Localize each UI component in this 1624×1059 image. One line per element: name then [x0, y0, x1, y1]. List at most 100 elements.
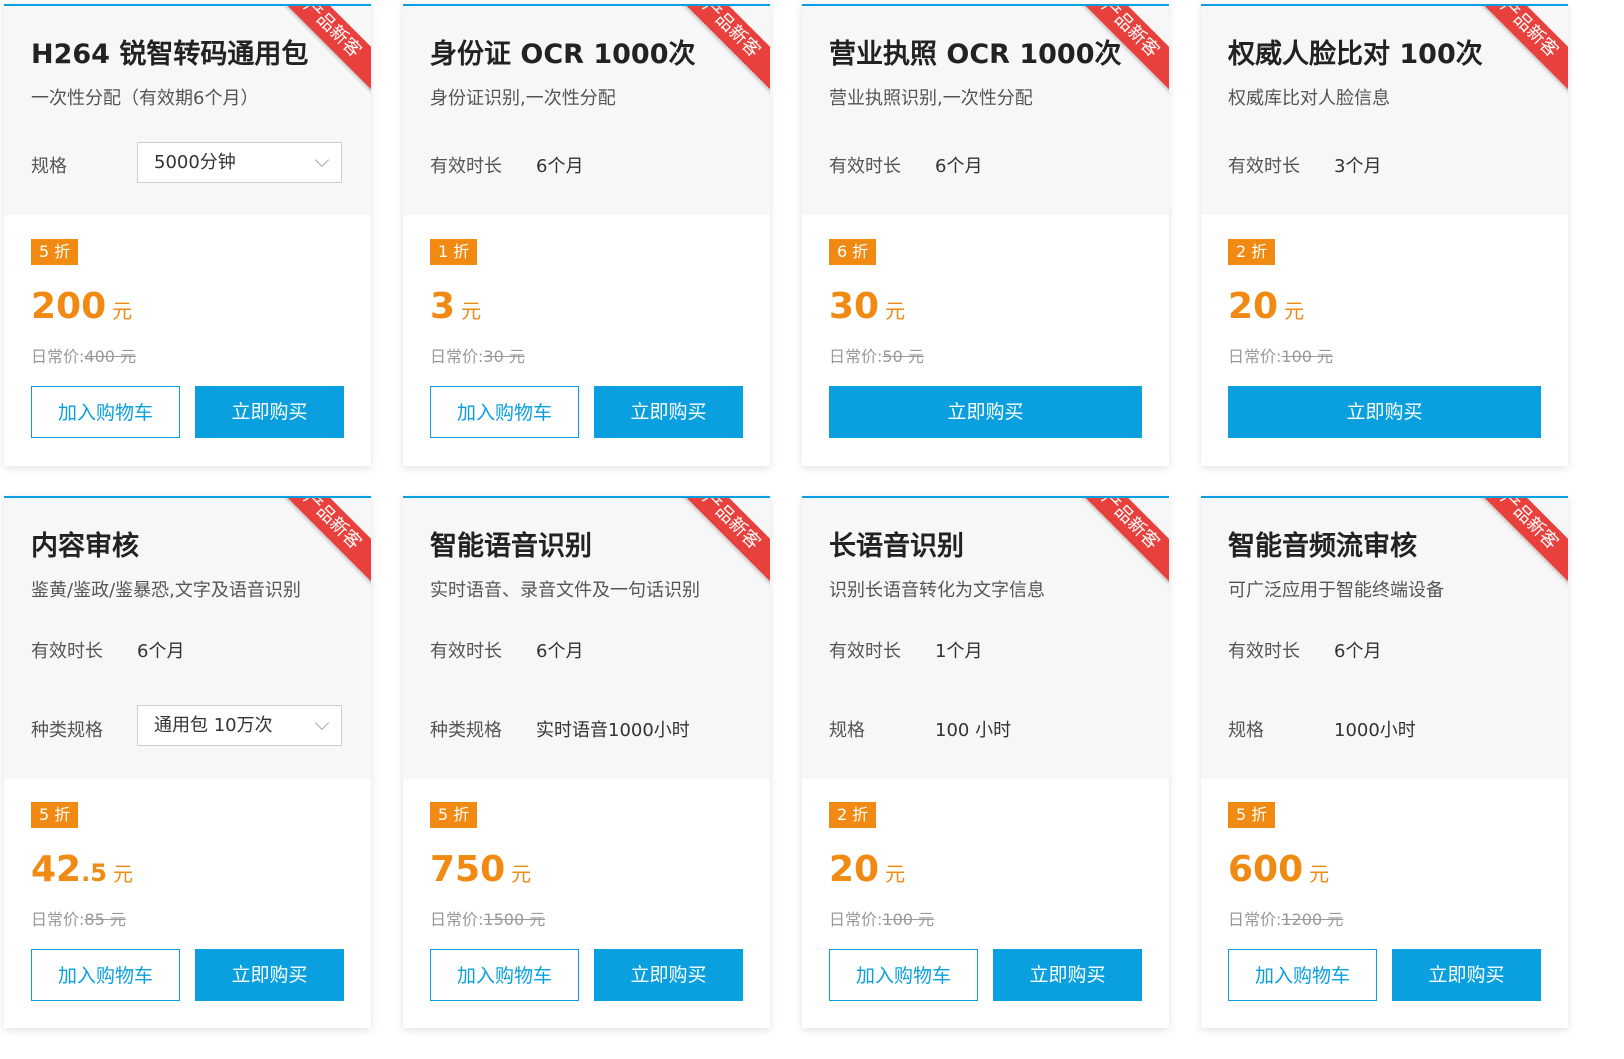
- product-card-license-ocr: 产品新客 营业执照 OCR 1000次 营业执照识别,一次性分配 有效时长 6个…: [802, 4, 1169, 466]
- discount-badge: 5 折: [430, 802, 478, 828]
- product-card-h264: 产品新客 H264 锐智转码通用包 一次性分配（有效期6个月） 规格 5000分…: [4, 4, 371, 466]
- validity-label: 有效时长: [829, 641, 901, 662]
- price-value: 600: [1228, 849, 1304, 890]
- discount-badge: 5 折: [31, 802, 79, 828]
- card-description: 鉴黄/鉴政/鉴暴恐,文字及语音识别: [31, 580, 301, 601]
- validity-label: 有效时长: [1228, 156, 1300, 177]
- price-value: 750: [430, 849, 506, 890]
- card-title: 智能音频流审核: [1228, 531, 1417, 562]
- spec-label: 规格: [31, 156, 67, 177]
- buy-now-button[interactable]: 立即购买: [594, 386, 743, 438]
- original-price: 日常价:100 元: [829, 906, 934, 930]
- original-price-label: 日常价:: [829, 347, 883, 366]
- add-to-cart-button[interactable]: 加入购物车: [31, 949, 180, 1001]
- price: 42.5 元: [31, 849, 133, 890]
- validity-label: 有效时长: [829, 156, 901, 177]
- original-price-value: 400 元: [84, 347, 137, 366]
- validity-label: 有效时长: [31, 641, 103, 662]
- original-price-value: 30 元: [483, 347, 525, 366]
- original-price-value: 85 元: [84, 910, 126, 929]
- price-unit: 元: [511, 862, 532, 886]
- card-title: 长语音识别: [829, 531, 964, 562]
- chevron-down-icon: [314, 715, 330, 731]
- original-price-label: 日常价:: [430, 347, 484, 366]
- type-spec-value: 实时语音1000小时: [536, 720, 690, 741]
- original-price-label: 日常价:: [31, 910, 85, 929]
- validity-value: 1个月: [935, 641, 983, 662]
- discount-badge: 6 折: [829, 239, 877, 265]
- price-value: 20: [829, 849, 880, 890]
- add-to-cart-button[interactable]: 加入购物车: [430, 949, 579, 1001]
- validity-value: 6个月: [536, 156, 584, 177]
- buy-now-button[interactable]: 立即购买: [993, 949, 1142, 1001]
- validity-value: 6个月: [935, 156, 983, 177]
- price: 750 元: [430, 849, 531, 890]
- price-unit: 元: [1284, 299, 1305, 323]
- spec-value: 100 小时: [935, 720, 1012, 741]
- spec-select-value: 5000分钟: [154, 152, 236, 173]
- price: 3元: [430, 286, 481, 327]
- price-unit: 元: [461, 299, 482, 323]
- product-card-id-ocr: 产品新客 身份证 OCR 1000次 身份证识别,一次性分配 有效时长 6个月 …: [403, 4, 770, 466]
- product-card-long-speech: 产品新客 长语音识别 识别长语音转化为文字信息 有效时长 1个月 规格 100 …: [802, 496, 1169, 1028]
- card-description: 权威库比对人脸信息: [1228, 88, 1390, 109]
- price-value: 30: [829, 286, 880, 327]
- product-card-content-review: 产品新客 内容审核 鉴黄/鉴政/鉴暴恐,文字及语音识别 有效时长 6个月 种类规…: [4, 496, 371, 1028]
- price-unit: 元: [885, 862, 906, 886]
- type-spec-select[interactable]: 通用包 10万次: [137, 705, 342, 746]
- price: 30 元: [829, 286, 905, 327]
- card-description: 识别长语音转化为文字信息: [829, 580, 1045, 601]
- card-description: 营业执照识别,一次性分配: [829, 88, 1033, 109]
- chevron-down-icon: [314, 152, 330, 168]
- product-card-face-compare: 产品新客 权威人脸比对 100次 权威库比对人脸信息 有效时长 3个月 2 折 …: [1201, 4, 1568, 466]
- card-title: 身份证 OCR 1000次: [430, 39, 696, 70]
- price-value: 3: [430, 286, 456, 327]
- add-to-cart-button[interactable]: 加入购物车: [31, 386, 180, 438]
- buy-now-button[interactable]: 立即购买: [1228, 386, 1541, 438]
- price: 20 元: [829, 849, 905, 890]
- buy-now-button[interactable]: 立即购买: [195, 949, 344, 1001]
- type-spec-label: 种类规格: [430, 720, 502, 741]
- discount-badge: 2 折: [1228, 239, 1276, 265]
- type-spec-label: 种类规格: [31, 720, 103, 741]
- card-title: 营业执照 OCR 1000次: [829, 39, 1122, 70]
- buy-now-button[interactable]: 立即购买: [1392, 949, 1541, 1001]
- price: 600 元: [1228, 849, 1329, 890]
- validity-value: 6个月: [137, 641, 185, 662]
- buy-now-button[interactable]: 立即购买: [195, 386, 344, 438]
- original-price-value: 100 元: [882, 910, 935, 929]
- validity-label: 有效时长: [430, 156, 502, 177]
- add-to-cart-button[interactable]: 加入购物车: [1228, 949, 1377, 1001]
- validity-label: 有效时长: [430, 641, 502, 662]
- price: 20 元: [1228, 286, 1304, 327]
- add-to-cart-button[interactable]: 加入购物车: [430, 386, 579, 438]
- original-price: 日常价:1500 元: [430, 906, 545, 930]
- buy-now-button[interactable]: 立即购买: [594, 949, 743, 1001]
- original-price: 日常价:1200 元: [1228, 906, 1343, 930]
- spec-value: 1000小时: [1334, 720, 1416, 741]
- original-price-value: 100 元: [1281, 347, 1334, 366]
- price-integer: 42: [31, 849, 82, 890]
- original-price: 日常价:30 元: [430, 343, 525, 367]
- discount-badge: 5 折: [31, 239, 79, 265]
- card-title: 权威人脸比对 100次: [1228, 39, 1483, 70]
- spec-label: 规格: [829, 720, 865, 741]
- product-card-audio-stream-review: 产品新客 智能音频流审核 可广泛应用于智能终端设备 有效时长 6个月 规格 10…: [1201, 496, 1568, 1028]
- card-description: 可广泛应用于智能终端设备: [1228, 580, 1444, 601]
- spec-label: 规格: [1228, 720, 1264, 741]
- spec-select[interactable]: 5000分钟: [137, 142, 342, 183]
- type-spec-select-value: 通用包 10万次: [154, 715, 273, 736]
- price-decimal: .5: [81, 859, 107, 887]
- add-to-cart-button[interactable]: 加入购物车: [829, 949, 978, 1001]
- original-price: 日常价:50 元: [829, 343, 924, 367]
- price-value: 20: [1228, 286, 1279, 327]
- original-price-value: 1500 元: [483, 910, 546, 929]
- card-description: 一次性分配（有效期6个月）: [31, 88, 259, 109]
- buy-now-button[interactable]: 立即购买: [829, 386, 1142, 438]
- original-price-label: 日常价:: [1228, 910, 1282, 929]
- original-price-label: 日常价:: [430, 910, 484, 929]
- price-unit: 元: [112, 299, 133, 323]
- price-value: 200: [31, 286, 107, 327]
- card-title: 智能语音识别: [430, 531, 592, 562]
- card-title: H264 锐智转码通用包: [31, 39, 309, 70]
